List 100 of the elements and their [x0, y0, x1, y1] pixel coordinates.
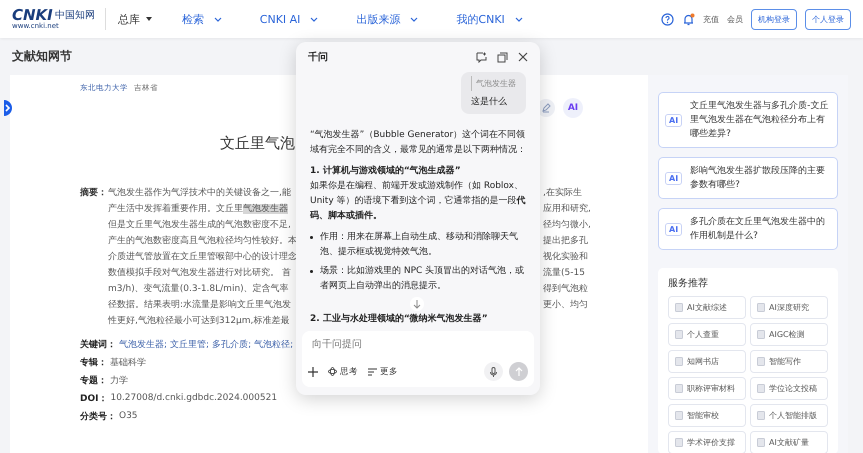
- field-label: 分类号：: [80, 410, 116, 422]
- question-card[interactable]: AI 多孔介质在文丘里气泡发生器中的作用机制是什么?: [658, 208, 838, 250]
- new-chat-icon[interactable]: [476, 52, 487, 62]
- keyword-link[interactable]: 文丘里管;: [170, 338, 210, 350]
- service-button[interactable]: AI文献综述: [668, 296, 746, 319]
- document-icon: [757, 357, 765, 366]
- service-button[interactable]: 知网书店: [668, 350, 746, 373]
- chat-input-box[interactable]: 向千问提问 思考 更多: [302, 331, 534, 387]
- question-text: 文丘里气泡发生器与多孔介质-文丘里气泡发生器在气泡粒径分布上有哪些差异?: [690, 100, 829, 141]
- document-icon: [675, 384, 683, 393]
- keyword-link[interactable]: 多孔介质;: [212, 338, 252, 350]
- abstract-text: 径数据。结果表明:水流量是影响文丘里气泡发: [108, 298, 292, 312]
- service-button[interactable]: AI深度研究: [750, 296, 828, 319]
- nav-menu[interactable]: 出版来源: [356, 12, 418, 26]
- abstract-text: 产生活中发挥着重要作用。文丘里气泡发生器: [108, 202, 289, 216]
- question-text: 影响气泡发生器扩散段压降的主要参数有哪些?: [690, 164, 826, 192]
- arrow-down-icon: [413, 300, 421, 308]
- abstract-text: 产生的气泡数密度高且气泡粒径均匀性较好。本: [108, 234, 296, 248]
- answer-paragraph: 如果你是在编程、前端开发或游戏制作（如 Roblox、Unity 等）的语境下看到这个词，它通常指的是一段代码、脚本或插件。: [310, 180, 526, 223]
- field-label: DOI：: [80, 392, 108, 404]
- document-icon: [675, 330, 683, 339]
- ai-badge: AI: [665, 114, 682, 126]
- caret-icon: [514, 16, 523, 22]
- login-button[interactable]: 个人登录: [805, 8, 851, 30]
- field-value: 力学: [110, 374, 128, 386]
- service-button[interactable]: AI文献矿量: [750, 431, 828, 453]
- bell-icon[interactable]: [682, 12, 695, 26]
- header-link[interactable]: 会员: [727, 14, 743, 24]
- document-icon: [757, 384, 765, 393]
- abstract-text: 径均匀微小,: [543, 218, 591, 232]
- question-card[interactable]: AI 文丘里气泡发生器与多孔介质-文丘里气泡发生器在气泡粒径分布上有哪些差异?: [658, 92, 838, 148]
- nav-menu[interactable]: 我的CNKI: [456, 12, 523, 26]
- field-label: 专题：: [80, 374, 107, 386]
- abstract-text: 应用和研究,: [543, 202, 591, 216]
- scroll-down-button[interactable]: [410, 297, 424, 311]
- login-button[interactable]: 机构登录: [751, 8, 797, 30]
- document-icon: [757, 330, 765, 339]
- scope-dropdown[interactable]: 总库: [118, 12, 152, 26]
- question-text: 多孔介质在文丘里气泡发生器中的作用机制是什么?: [690, 216, 826, 243]
- answer-paragraph: “气泡发生器”（Bubble Generator）这个词在不同领域有完全不同的含义，最常见的通常是以下两种情况：: [310, 128, 526, 157]
- abstract-text: 气泡发生器作为气浮技术中的关键设备之一,能: [108, 186, 292, 200]
- chat-tool-button[interactable]: 思考: [328, 366, 358, 378]
- field-value: 基础科学: [110, 356, 146, 368]
- service-button[interactable]: 学位论文投稿: [750, 377, 828, 400]
- document-icon: [675, 438, 683, 447]
- window-icon[interactable]: [497, 52, 508, 62]
- abstract-text: 性更好,气泡粒径最小可达到312μm,标准差最: [108, 314, 290, 328]
- service-button[interactable]: 智能审校: [668, 404, 746, 427]
- document-icon: [757, 411, 765, 420]
- abstract-text: ,在实际生: [543, 186, 582, 200]
- service-button[interactable]: AIGC检测: [750, 323, 828, 346]
- service-button[interactable]: 职称评审材料: [668, 377, 746, 400]
- close-icon[interactable]: [518, 52, 528, 62]
- field-label: 专辑：: [80, 356, 107, 368]
- ai-badge: AI: [665, 172, 682, 184]
- nav-menu[interactable]: CNKI AI: [260, 12, 318, 26]
- service-button[interactable]: 个人智能排版: [750, 404, 828, 427]
- field-value: O35: [119, 411, 138, 421]
- chat-tool-button[interactable]: 更多: [368, 366, 398, 378]
- answer-bullet: 场景：比如游戏里的 NPC 头顶冒出的对话气泡，或者网页上自动弹出的消息提示。: [310, 264, 526, 294]
- document-icon: [675, 303, 683, 312]
- question-card[interactable]: AI 影响气泡发生器扩散段压降的主要参数有哪些?: [658, 157, 838, 199]
- service-button[interactable]: 个人查重: [668, 323, 746, 346]
- document-icon: [757, 438, 765, 447]
- microphone-button[interactable]: [484, 362, 503, 381]
- abstract-text: 得到气泡粒: [543, 282, 588, 296]
- document-icon: [757, 303, 765, 312]
- answer-bullet: 作用：用来在屏幕上自动生成、移动和消除聊天气泡、提示框或视觉特效气泡。: [310, 230, 526, 260]
- abstract-text: 流量(5-15: [543, 266, 585, 280]
- lines-icon: [368, 368, 377, 376]
- keyword-link[interactable]: 气泡发生器;: [119, 338, 168, 350]
- services-title: 服务推荐: [668, 276, 709, 290]
- caret-icon: [214, 16, 222, 22]
- plus-icon[interactable]: [308, 366, 318, 376]
- abstract-text: 但是文丘里气泡发生器生成的气泡数密度不足,: [108, 218, 292, 232]
- page-title: 文献知网节: [12, 48, 72, 65]
- caret-icon: [146, 17, 152, 21]
- keyword-link[interactable]: 气泡粒径;: [254, 338, 294, 350]
- service-button[interactable]: 学术评价支撑: [668, 431, 746, 453]
- arrow-up-icon: [514, 367, 522, 376]
- abstract-text: m3/h)、变气流量(0.3-1.8L/min)、定含气率: [108, 282, 290, 296]
- nav-menu[interactable]: 检索: [182, 12, 222, 26]
- chat-title: 千问: [308, 50, 328, 64]
- caret-icon: [410, 16, 418, 22]
- ai-badge: AI: [665, 222, 682, 236]
- header-link[interactable]: 充值: [703, 14, 719, 24]
- microphone-icon: [490, 366, 497, 376]
- answer-heading: 2. 工业与水处理领域的“微纳米气泡发生器”: [310, 312, 489, 326]
- document-icon: [675, 411, 683, 420]
- help-icon[interactable]: [661, 12, 674, 26]
- article-title: 文丘里气泡: [220, 134, 295, 153]
- field-label: 关键词：: [80, 338, 116, 350]
- atom-icon: [328, 367, 337, 376]
- answer-heading: 1. 计算机与游戏领域的“气泡生成器”: [310, 164, 462, 178]
- message-text: 这是什么: [471, 96, 508, 109]
- ai-button[interactable]: AI: [563, 98, 583, 118]
- abstract-text: 介质进气管放置在文丘里管喉部中心的设计理念: [108, 250, 296, 264]
- quoted-text: 气泡发生器: [471, 76, 516, 91]
- field-value: 10.27008/d.cnki.gdbdc.2024.000521: [110, 393, 278, 403]
- service-button[interactable]: 智能写作: [750, 350, 828, 373]
